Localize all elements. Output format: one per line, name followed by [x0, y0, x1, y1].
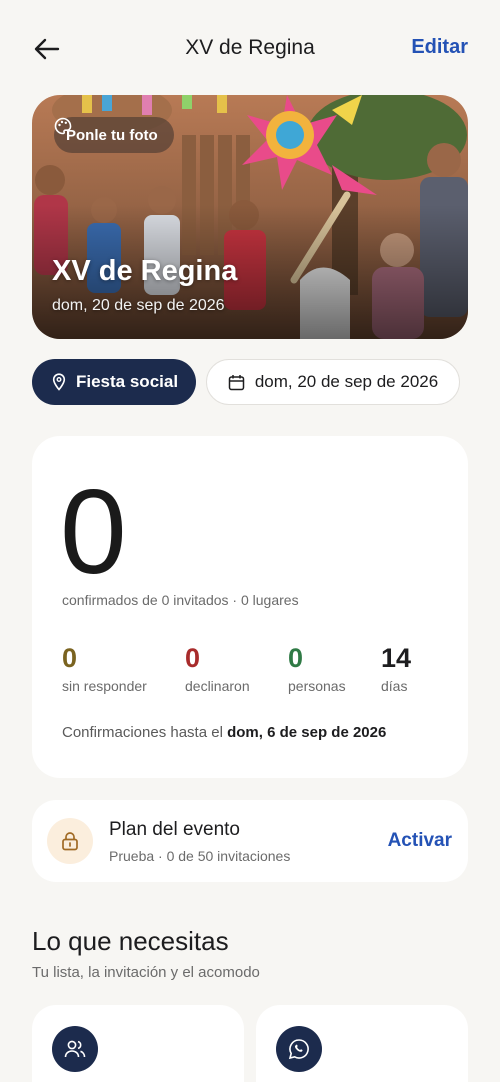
back-button[interactable] [30, 32, 64, 66]
deadline-date: dom, 6 de sep de 2026 [227, 724, 387, 741]
plan-subtitle: Prueba · 0 de 50 invitaciones [109, 848, 291, 864]
metric-people-value: 0 [288, 643, 304, 673]
event-info-pills: Fiesta social dom, 20 de sep de 2026 [32, 359, 468, 405]
metric-pending-value: 0 [62, 643, 78, 673]
needs-section-subtitle: Tu lista, la invitación y el acomodo [32, 964, 260, 981]
event-plan-card: Plan del evento Prueba · 0 de 50 invitac… [32, 800, 468, 882]
edit-button[interactable]: Editar [411, 36, 468, 59]
activate-plan-button[interactable]: Activar [388, 830, 452, 852]
metric-pending-label: sin responder [62, 678, 147, 695]
event-date-chip-label: dom, 20 de sep de 2026 [254, 372, 439, 391]
rsvp-deadline: Confirmaciones hasta el dom, 6 de sep de… [62, 724, 386, 741]
rsvp-metrics: 0 sin responder 0 declinaron 0 personas … [62, 642, 442, 702]
users-icon [64, 1040, 86, 1058]
add-photo-button[interactable]: Ponle tu foto [54, 117, 174, 153]
rsvp-stats-card: 0 confirmados de 0 invitados · 0 lugares… [32, 436, 468, 778]
event-cover-photo: Ponle tu foto XV de Regina dom, 20 de se… [32, 95, 468, 339]
metric-declined-value: 0 [185, 643, 201, 673]
metric-people-label: personas [288, 678, 346, 695]
palette-icon [54, 117, 72, 135]
plan-title: Plan del evento [109, 819, 240, 840]
top-bar: XV de Regina Editar [0, 22, 500, 76]
deadline-prefix: Confirmaciones hasta el [62, 724, 223, 741]
event-date: dom, 20 de sep de 2026 [52, 297, 225, 314]
whatsapp-invite-tile[interactable] [256, 1005, 468, 1082]
lock-badge [47, 818, 93, 864]
whatsapp-icon [288, 1039, 309, 1060]
arrow-left-icon [34, 38, 60, 60]
whatsapp-icon-badge [276, 1026, 322, 1072]
metric-pending: 0 sin responder [62, 642, 147, 694]
calendar-icon [228, 374, 245, 390]
event-date-chip[interactable]: dom, 20 de sep de 2026 [206, 359, 460, 405]
metric-days-value: 14 [381, 643, 412, 673]
guest-list-tile[interactable] [32, 1005, 244, 1082]
needs-section-title: Lo que necesitas [32, 926, 229, 956]
guest-list-icon-badge [52, 1026, 98, 1072]
event-type-label: Fiesta social [76, 372, 179, 391]
location-pin-icon [52, 373, 66, 391]
metric-declined-label: declinaron [185, 678, 250, 695]
confirmed-summary: confirmados de 0 invitados · 0 lugares [62, 592, 299, 608]
metric-people: 0 personas [288, 642, 346, 694]
metric-days: 14 días [381, 642, 411, 694]
confirmed-count: 0 [60, 465, 127, 599]
lock-icon [62, 832, 78, 851]
metric-declined: 0 declinaron [185, 642, 250, 694]
event-title: XV de Regina [52, 255, 238, 287]
event-type-chip[interactable]: Fiesta social [32, 359, 197, 405]
metric-days-label: días [381, 678, 408, 695]
add-photo-label: Ponle tu foto [66, 126, 158, 144]
